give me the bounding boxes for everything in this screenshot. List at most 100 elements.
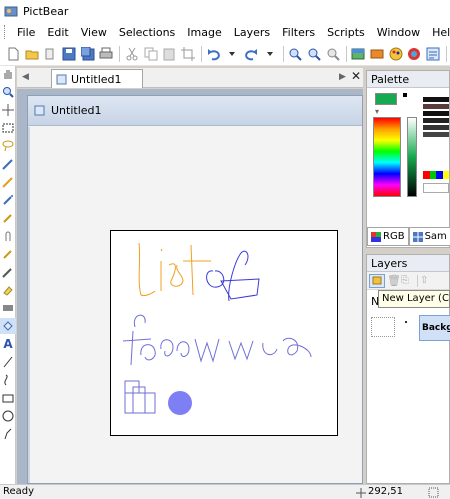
tab-rgb[interactable]: RGB <box>367 227 409 246</box>
open-recent-button[interactable] <box>41 44 59 64</box>
document-window-titlebar[interactable]: Untitled1 <box>28 96 362 126</box>
color-gradient-picker[interactable] <box>373 117 401 197</box>
tab-untitled1[interactable]: Untitled1 <box>51 69 143 88</box>
text-tool[interactable]: A <box>0 336 16 352</box>
document-window-title: Untitled1 <box>51 104 102 117</box>
cut-button[interactable] <box>123 44 141 64</box>
move-layer-up-button[interactable]: ⇧ <box>420 275 430 286</box>
menu-window[interactable]: Window <box>371 26 426 39</box>
status-bar: Ready 292,51 <box>0 484 450 499</box>
line-tool[interactable] <box>0 354 16 370</box>
eraser-tool[interactable] <box>0 282 16 298</box>
undo-button[interactable] <box>205 44 223 64</box>
redo-dropdown[interactable] <box>261 44 279 64</box>
pencil-icon <box>2 159 13 170</box>
tab-scroll-right-icon[interactable]: ▶ <box>339 72 346 82</box>
swatch[interactable] <box>423 97 449 102</box>
ink-tool[interactable] <box>0 210 16 226</box>
open-file-button[interactable] <box>23 44 41 64</box>
swatch[interactable] <box>423 125 449 130</box>
pictbear-logo-icon <box>4 6 18 17</box>
swatch[interactable] <box>423 118 449 123</box>
swatch[interactable] <box>423 111 449 116</box>
chevron-down-icon <box>266 51 273 56</box>
menu-view[interactable]: View <box>75 26 113 39</box>
zoom-tool[interactable] <box>0 84 16 100</box>
image-canvas[interactable] <box>110 230 338 436</box>
save-all-icon <box>80 46 95 60</box>
image-icon <box>351 48 365 59</box>
menu-scripts[interactable]: Scripts <box>321 26 371 39</box>
brush-tool[interactable] <box>0 174 16 190</box>
magnifier-icon <box>3 87 14 98</box>
image-view-button[interactable] <box>350 44 368 64</box>
print-button[interactable] <box>98 44 116 64</box>
color-swap-tool[interactable] <box>0 426 16 442</box>
layers-view-button[interactable] <box>368 44 386 64</box>
zoom-icon <box>327 48 340 61</box>
tab-scroll-left-icon[interactable]: ◀ <box>22 72 29 82</box>
lasso-tool[interactable] <box>0 138 16 154</box>
color-picker-button[interactable] <box>406 44 424 64</box>
smudge-tool[interactable] <box>0 228 16 244</box>
rectangle-tool[interactable] <box>0 390 16 406</box>
new-layer-button[interactable] <box>369 273 385 288</box>
zoom-out-icon <box>308 48 321 61</box>
curve-tool[interactable] <box>0 372 16 388</box>
fill-tool[interactable] <box>0 318 16 334</box>
menu-image[interactable]: Image <box>181 26 227 39</box>
palette-view-button[interactable] <box>387 44 405 64</box>
copy-button[interactable] <box>142 44 160 64</box>
foreground-color-swatch[interactable] <box>375 93 397 105</box>
close-tab-icon[interactable]: ✕ <box>351 69 361 83</box>
new-file-button[interactable] <box>4 44 22 64</box>
ellipse-tool[interactable] <box>0 408 16 424</box>
background-color-swatch[interactable] <box>403 93 407 97</box>
image-document-icon <box>34 105 45 116</box>
clone-tool[interactable] <box>0 246 16 262</box>
save-button[interactable] <box>60 44 78 64</box>
delete-layer-button[interactable]: 🗑 <box>387 274 401 287</box>
layer-visibility-dot[interactable] <box>405 321 407 323</box>
menu-filters[interactable]: Filters <box>276 26 321 39</box>
brightness-slider[interactable] <box>407 117 417 197</box>
hand-tool[interactable] <box>0 66 16 82</box>
menu-layers[interactable]: Layers <box>228 26 276 39</box>
paste-button[interactable] <box>161 44 179 64</box>
menu-file[interactable]: File <box>11 26 41 39</box>
swatch[interactable] <box>442 171 449 179</box>
crop-icon <box>181 46 196 61</box>
rect-select-tool[interactable] <box>0 120 16 136</box>
toolbar-separator <box>282 45 284 62</box>
airbrush-tool[interactable] <box>0 192 16 208</box>
move-tool[interactable] <box>0 102 16 118</box>
undo-dropdown[interactable] <box>224 44 242 64</box>
hex-color-field[interactable] <box>423 183 449 193</box>
zoom-out-button[interactable] <box>305 44 323 64</box>
eyedropper-tool[interactable] <box>0 264 16 280</box>
menu-help[interactable]: Help <box>426 26 450 39</box>
menu-selections[interactable]: Selections <box>113 26 181 39</box>
history-view-button[interactable] <box>424 44 442 64</box>
layer-row-background[interactable]: Backgr <box>369 311 450 345</box>
menu-edit[interactable]: Edit <box>41 26 74 39</box>
swap-colors-icon[interactable]: ▾ <box>375 107 379 116</box>
crop-button[interactable] <box>179 44 197 64</box>
zoom-actual-button[interactable] <box>324 44 342 64</box>
duplicate-layer-button[interactable]: ⎘ <box>401 275 415 286</box>
pencil-tool[interactable] <box>0 156 16 172</box>
zoom-in-button[interactable] <box>287 44 305 64</box>
gradient-icon <box>3 305 13 311</box>
save-disk-icon <box>62 47 76 60</box>
rectangle-icon <box>2 394 14 403</box>
swatch[interactable] <box>423 132 449 137</box>
gradient-tool[interactable] <box>0 300 16 316</box>
save-all-button[interactable] <box>79 44 97 64</box>
tab-samples[interactable]: Sam <box>408 227 450 246</box>
redo-button[interactable] <box>242 44 260 64</box>
redo-icon <box>245 48 258 60</box>
tool-box: A <box>0 66 16 484</box>
status-text: Ready <box>3 486 35 497</box>
new-layer-icon <box>372 276 381 285</box>
swatch[interactable] <box>423 104 449 109</box>
